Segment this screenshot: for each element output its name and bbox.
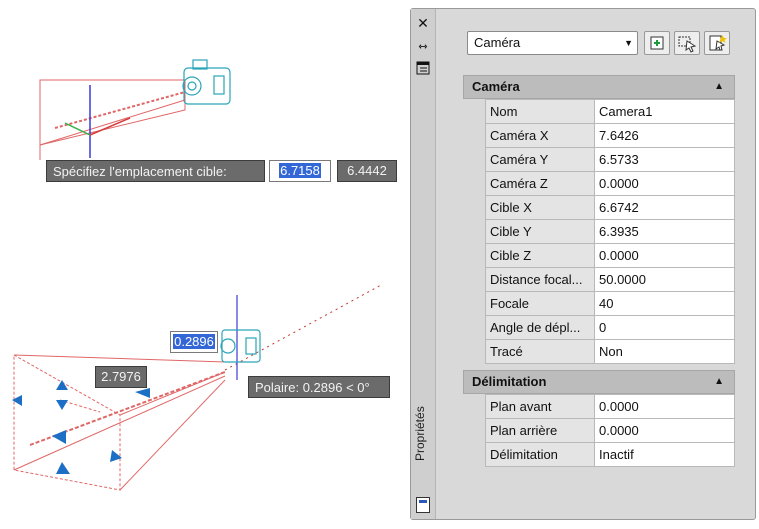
property-value[interactable]: 7.6426 [594, 123, 735, 148]
table-row[interactable]: Focale 40 [463, 291, 735, 316]
property-value[interactable]: 6.6742 [594, 195, 735, 220]
table-row[interactable]: Plan arrière 0.0000 [463, 418, 735, 443]
property-value[interactable]: 40 [594, 291, 735, 316]
close-icon[interactable]: ✕ [415, 15, 431, 31]
property-value[interactable]: Inactif [594, 442, 735, 467]
camera-properties-table: Nom Camera1 Caméra X 7.6426 Caméra Y 6.5733… [463, 99, 735, 364]
property-value[interactable]: 0.0000 [594, 394, 735, 419]
toggle-pickadd-button[interactable] [644, 31, 670, 55]
table-row[interactable]: Tracé Non [463, 339, 735, 364]
section-title: Caméra [472, 79, 520, 94]
grip[interactable] [12, 380, 150, 474]
property-name: Angle de dépl... [485, 315, 595, 340]
table-row[interactable]: Cible X 6.6742 [463, 195, 735, 220]
property-name: Cible Y [485, 219, 595, 244]
property-value[interactable]: 0.0000 [594, 418, 735, 443]
target-x-input[interactable]: 6.7158 [269, 160, 331, 182]
properties-palette[interactable]: ✕ ⇿ Propriétés Caméra ▼ Caméra ▲ Nom Came… [410, 8, 756, 520]
palette-title-bar[interactable]: ✕ ⇿ Propriétés [411, 9, 436, 519]
table-row[interactable]: Distance focal... 50.0000 [463, 267, 735, 292]
property-value[interactable]: 50.0000 [594, 267, 735, 292]
dimension-value-box: 2.7976 [95, 366, 147, 388]
property-name: Distance focal... [485, 267, 595, 292]
table-row[interactable]: Caméra Y 6.5733 [463, 147, 735, 172]
object-type-dropdown[interactable]: Caméra ▼ [467, 31, 638, 55]
camera-glyph-top[interactable] [182, 59, 231, 105]
property-name: Tracé [485, 339, 595, 364]
polar-tracking-tooltip: Polaire: 0.2896 < 0° [248, 376, 390, 398]
property-value[interactable]: Camera1 [594, 99, 735, 124]
target-y-input[interactable]: 6.4442 [337, 160, 397, 182]
section-header-delimitation[interactable]: Délimitation ▲ [463, 370, 735, 394]
properties-menu-icon[interactable] [415, 61, 431, 77]
property-value[interactable]: 0.0000 [594, 171, 735, 196]
property-name: Plan arrière [485, 418, 595, 443]
property-value[interactable]: 6.5733 [594, 147, 735, 172]
table-row[interactable]: Cible Y 6.3935 [463, 219, 735, 244]
dynamic-distance-input[interactable]: 0.2896 [170, 331, 218, 353]
camera-glyph-bottom[interactable] [220, 329, 261, 363]
table-row[interactable]: Plan avant 0.0000 [463, 394, 735, 419]
section-title: Délimitation [472, 374, 547, 389]
property-name: Caméra Z [485, 171, 595, 196]
property-value[interactable]: 0 [594, 315, 735, 340]
property-value[interactable]: 0.0000 [594, 243, 735, 268]
collapse-up-icon[interactable]: ▲ [714, 76, 724, 98]
property-value[interactable]: Non [594, 339, 735, 364]
table-row[interactable]: Angle de dépl... 0 [463, 315, 735, 340]
camera-frustum-top [39, 79, 186, 160]
property-name: Cible X [485, 195, 595, 220]
property-name: Focale [485, 291, 595, 316]
command-prompt-tooltip: Spécifiez l'emplacement cible: [46, 160, 265, 182]
property-value[interactable]: 6.3935 [594, 219, 735, 244]
object-type-value: Caméra [474, 35, 521, 50]
drawing-canvas[interactable] [0, 0, 405, 526]
property-name: Plan avant [485, 394, 595, 419]
select-objects-icon [678, 36, 697, 53]
target-trace-line [224, 283, 384, 371]
property-name: Cible Z [485, 243, 595, 268]
toggle-pickadd-icon [650, 36, 664, 50]
autohide-icon[interactable]: ⇿ [415, 39, 431, 55]
property-name: Nom [485, 99, 595, 124]
table-row[interactable]: Cible Z 0.0000 [463, 243, 735, 268]
table-row[interactable]: Caméra X 7.6426 [463, 123, 735, 148]
collapse-up-icon[interactable]: ▲ [714, 371, 724, 393]
palette-title: Propriétés [413, 406, 427, 462]
table-row[interactable]: Caméra Z 0.0000 [463, 171, 735, 196]
chevron-down-icon: ▼ [624, 38, 633, 48]
quick-select-icon [709, 35, 727, 51]
palette-properties-icon[interactable] [416, 497, 430, 513]
delimitation-properties-table: Plan avant 0.0000 Plan arrière 0.0000 Déli… [463, 394, 735, 467]
property-name: Délimitation [485, 442, 595, 467]
table-row[interactable]: Délimitation Inactif [463, 442, 735, 467]
property-name: Caméra X [485, 123, 595, 148]
select-objects-button[interactable] [674, 31, 700, 55]
quick-select-button[interactable] [704, 31, 730, 55]
property-name: Caméra Y [485, 147, 595, 172]
section-header-camera[interactable]: Caméra ▲ [463, 75, 735, 99]
table-row[interactable]: Nom Camera1 [463, 99, 735, 124]
drawing-viewport[interactable]: Spécifiez l'emplacement cible: 6.7158 6.… [0, 0, 405, 526]
